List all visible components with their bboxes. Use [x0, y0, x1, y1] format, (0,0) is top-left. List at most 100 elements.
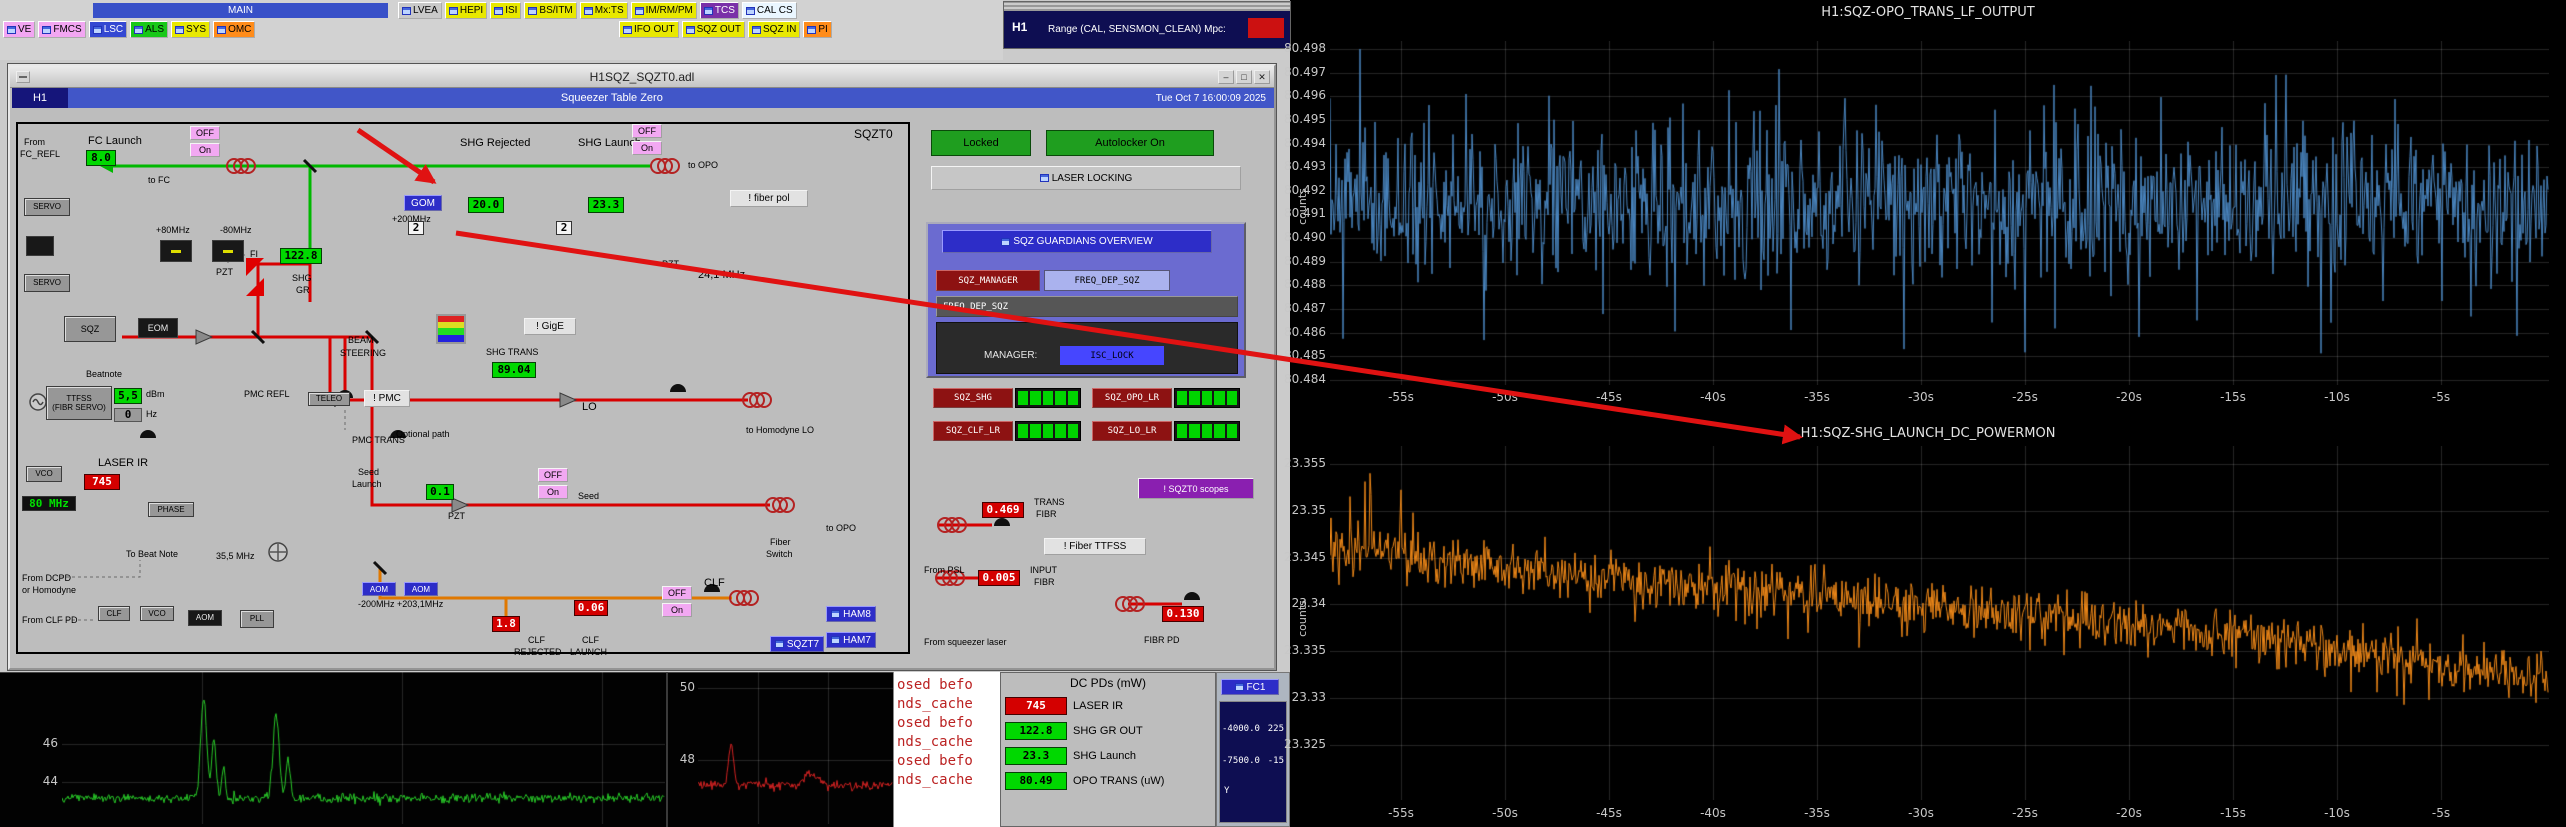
phase-chip: PHASE [148, 502, 194, 517]
sqzt0-scopes-button[interactable]: ! SQZT0 scopes [1138, 478, 1254, 499]
guardian-node-sqz_opo_lr[interactable]: SQZ_OPO_LR [1092, 388, 1172, 408]
dcpd-row: 122.8SHG GR OUT [1005, 722, 1211, 740]
guardian-status-blocks [1015, 388, 1081, 408]
manager-state-label: FREQ_DEP_SQZ [1044, 270, 1170, 291]
from-squeezer-laser-label: From squeezer laser [924, 638, 1007, 647]
menu-button-ifo-out[interactable]: IFO OUT [619, 21, 679, 38]
fc-on-button[interactable]: On [190, 143, 220, 157]
related-display-icon [807, 26, 816, 34]
mini-scope-green: 4644 [0, 672, 668, 827]
shg-on-button[interactable]: On [632, 141, 662, 155]
ham7-button[interactable]: HAM7 [826, 632, 876, 648]
mini-scope-red-canvas[interactable] [698, 672, 893, 824]
fibr-pd-value: 0.130 [1162, 606, 1204, 622]
shg-plot-canvas[interactable] [1330, 446, 2549, 800]
related-display-icon [402, 7, 411, 15]
guardian-node-sqz_shg[interactable]: SQZ_SHG [933, 388, 1013, 408]
fi-label: FI [250, 250, 258, 259]
maximize-button[interactable]: □ [1236, 70, 1252, 84]
clf-rejected-label-1: CLF [528, 636, 545, 645]
fc1-button[interactable]: FC1 [1221, 679, 1279, 695]
mini-scope-green-canvas[interactable] [62, 672, 665, 824]
shg-trans-label: SHG TRANS [486, 348, 538, 357]
menu-button-ve[interactable]: VE [3, 21, 35, 38]
menu-button-fmcs[interactable]: FMCS [38, 21, 85, 38]
menu-button-im-rm-pm[interactable]: IM/RM/PM [631, 2, 697, 19]
request-dropdown[interactable]: FREQ_DEP_SQZ [936, 296, 1238, 317]
dcpd-value: 80.49 [1005, 772, 1067, 790]
beatnote-hz-value: 0 [114, 408, 142, 422]
fc1-value: -7500.0 [1222, 756, 1260, 766]
x-tick-label: -35s [1787, 390, 1847, 404]
menu-button-hepi[interactable]: HEPI [445, 2, 487, 19]
pmc-button[interactable]: ! PMC [364, 390, 410, 407]
menu-button-sqz-in[interactable]: SQZ IN [748, 21, 800, 38]
input-fibr-label-2: FIBR [1034, 578, 1055, 587]
terminal-line: nds_cache [894, 733, 1000, 752]
sqz-laser-chip: SQZ [64, 316, 116, 342]
close-button[interactable]: ✕ [1254, 70, 1270, 84]
window-titlebar[interactable]: H1SQZ_SQZT0.adl – □ ✕ [10, 66, 1274, 88]
range-window-titlebar[interactable] [1004, 2, 1290, 11]
menu-button-sys[interactable]: SYS [171, 21, 210, 38]
menu-button-lvea[interactable]: LVEA [398, 2, 442, 19]
menu-button-omc[interactable]: OMC [213, 21, 255, 38]
dcpd-value: 745 [1005, 697, 1067, 715]
menu-button-pi[interactable]: PI [803, 21, 831, 38]
fc-off-button[interactable]: OFF [190, 126, 220, 140]
gom-button[interactable]: GOM [404, 195, 442, 211]
related-display-icon [686, 26, 695, 34]
y-tick-label: 48 [671, 752, 695, 766]
opo-plot-canvas[interactable] [1330, 41, 2549, 385]
sqz-guardians-overview-button[interactable]: SQZ GUARDIANS OVERVIEW [942, 230, 1212, 253]
related-display-icon [1040, 174, 1049, 182]
sqzt7-button[interactable]: SQZT7 [770, 636, 824, 652]
menu-button-isi[interactable]: ISI [490, 2, 521, 19]
menu-button-lsc[interactable]: LSC [89, 21, 127, 38]
menu-button-cal-cs[interactable]: CAL CS [742, 2, 797, 19]
x-tick-label: -20s [2099, 390, 2159, 404]
minus-80mhz-label: -80MHz [220, 226, 252, 235]
x-tick-label: -25s [1995, 806, 2055, 820]
seed-label-1: Seed [358, 468, 379, 477]
clf-aom-button-2[interactable]: AOM [404, 582, 438, 596]
menu-button-bs-itm[interactable]: BS/ITM [524, 2, 576, 19]
guardian-node-sqz_lo_lr[interactable]: SQZ_LO_LR [1092, 421, 1172, 441]
from-fc-refl-label-2: FC_REFL [20, 150, 60, 159]
menu-button-als[interactable]: ALS [130, 21, 168, 38]
minimize-button[interactable]: – [1218, 70, 1234, 84]
dbm-label: dBm [146, 390, 165, 399]
clf-label: CLF [704, 578, 725, 590]
header-datetime: Tue Oct 7 16:00:09 2025 [1156, 93, 1274, 104]
seed-on-button[interactable]: On [538, 485, 568, 499]
ttfss-chip: TTFSS(FIBR SERVO) [46, 386, 112, 420]
clf-on-button[interactable]: On [662, 603, 692, 617]
y-tick-label: 80.497 [1272, 65, 1326, 79]
menu-button-tcs[interactable]: TCS [700, 2, 739, 19]
shg-off-button[interactable]: OFF [632, 124, 662, 138]
menu-button-sqz-out[interactable]: SQZ OUT [682, 21, 745, 38]
fc1-axis-label: Y [1224, 786, 1229, 796]
ham8-button[interactable]: HAM8 [826, 606, 876, 622]
clf-off-button[interactable]: OFF [662, 586, 692, 600]
trans-fibr-value: 0.469 [982, 502, 1024, 518]
from-clf-pd-label: From CLF PD [22, 616, 78, 625]
gige-button[interactable]: ! GigE [524, 318, 576, 335]
teleo-chip: TELEO [308, 392, 350, 406]
guardian-node-sqz_clf_lr[interactable]: SQZ_CLF_LR [933, 421, 1013, 441]
fiber-pol-button[interactable]: ! fiber pol [730, 190, 808, 207]
menu-button-mx-ts[interactable]: Mx:TS [580, 2, 628, 19]
clf-aom-button-1[interactable]: AOM [362, 582, 396, 596]
dcpd-row: 745LASER IR [1005, 697, 1211, 715]
terminal-window[interactable]: osed befonds_cacheosed befonds_cacheosed… [893, 672, 1000, 827]
header-screen-title: Squeezer Table Zero [68, 92, 1156, 104]
x-tick-label: -5s [2411, 390, 2471, 404]
sqz-manager-button[interactable]: SQZ_MANAGER [936, 270, 1040, 291]
fiber-ttfss-button[interactable]: ! Fiber TTFSS [1044, 538, 1146, 555]
laser-locking-button[interactable]: LASER LOCKING [931, 166, 1241, 190]
seed-off-button[interactable]: OFF [538, 468, 568, 482]
terminal-line: nds_cache [894, 771, 1000, 790]
y-tick-label: 80.498 [1272, 41, 1326, 55]
menu-row-1: LVEAHEPIISIBS/ITMMx:TSIM/RM/PMTCSCAL CS [398, 2, 797, 19]
clf-chip: CLF [98, 606, 130, 621]
